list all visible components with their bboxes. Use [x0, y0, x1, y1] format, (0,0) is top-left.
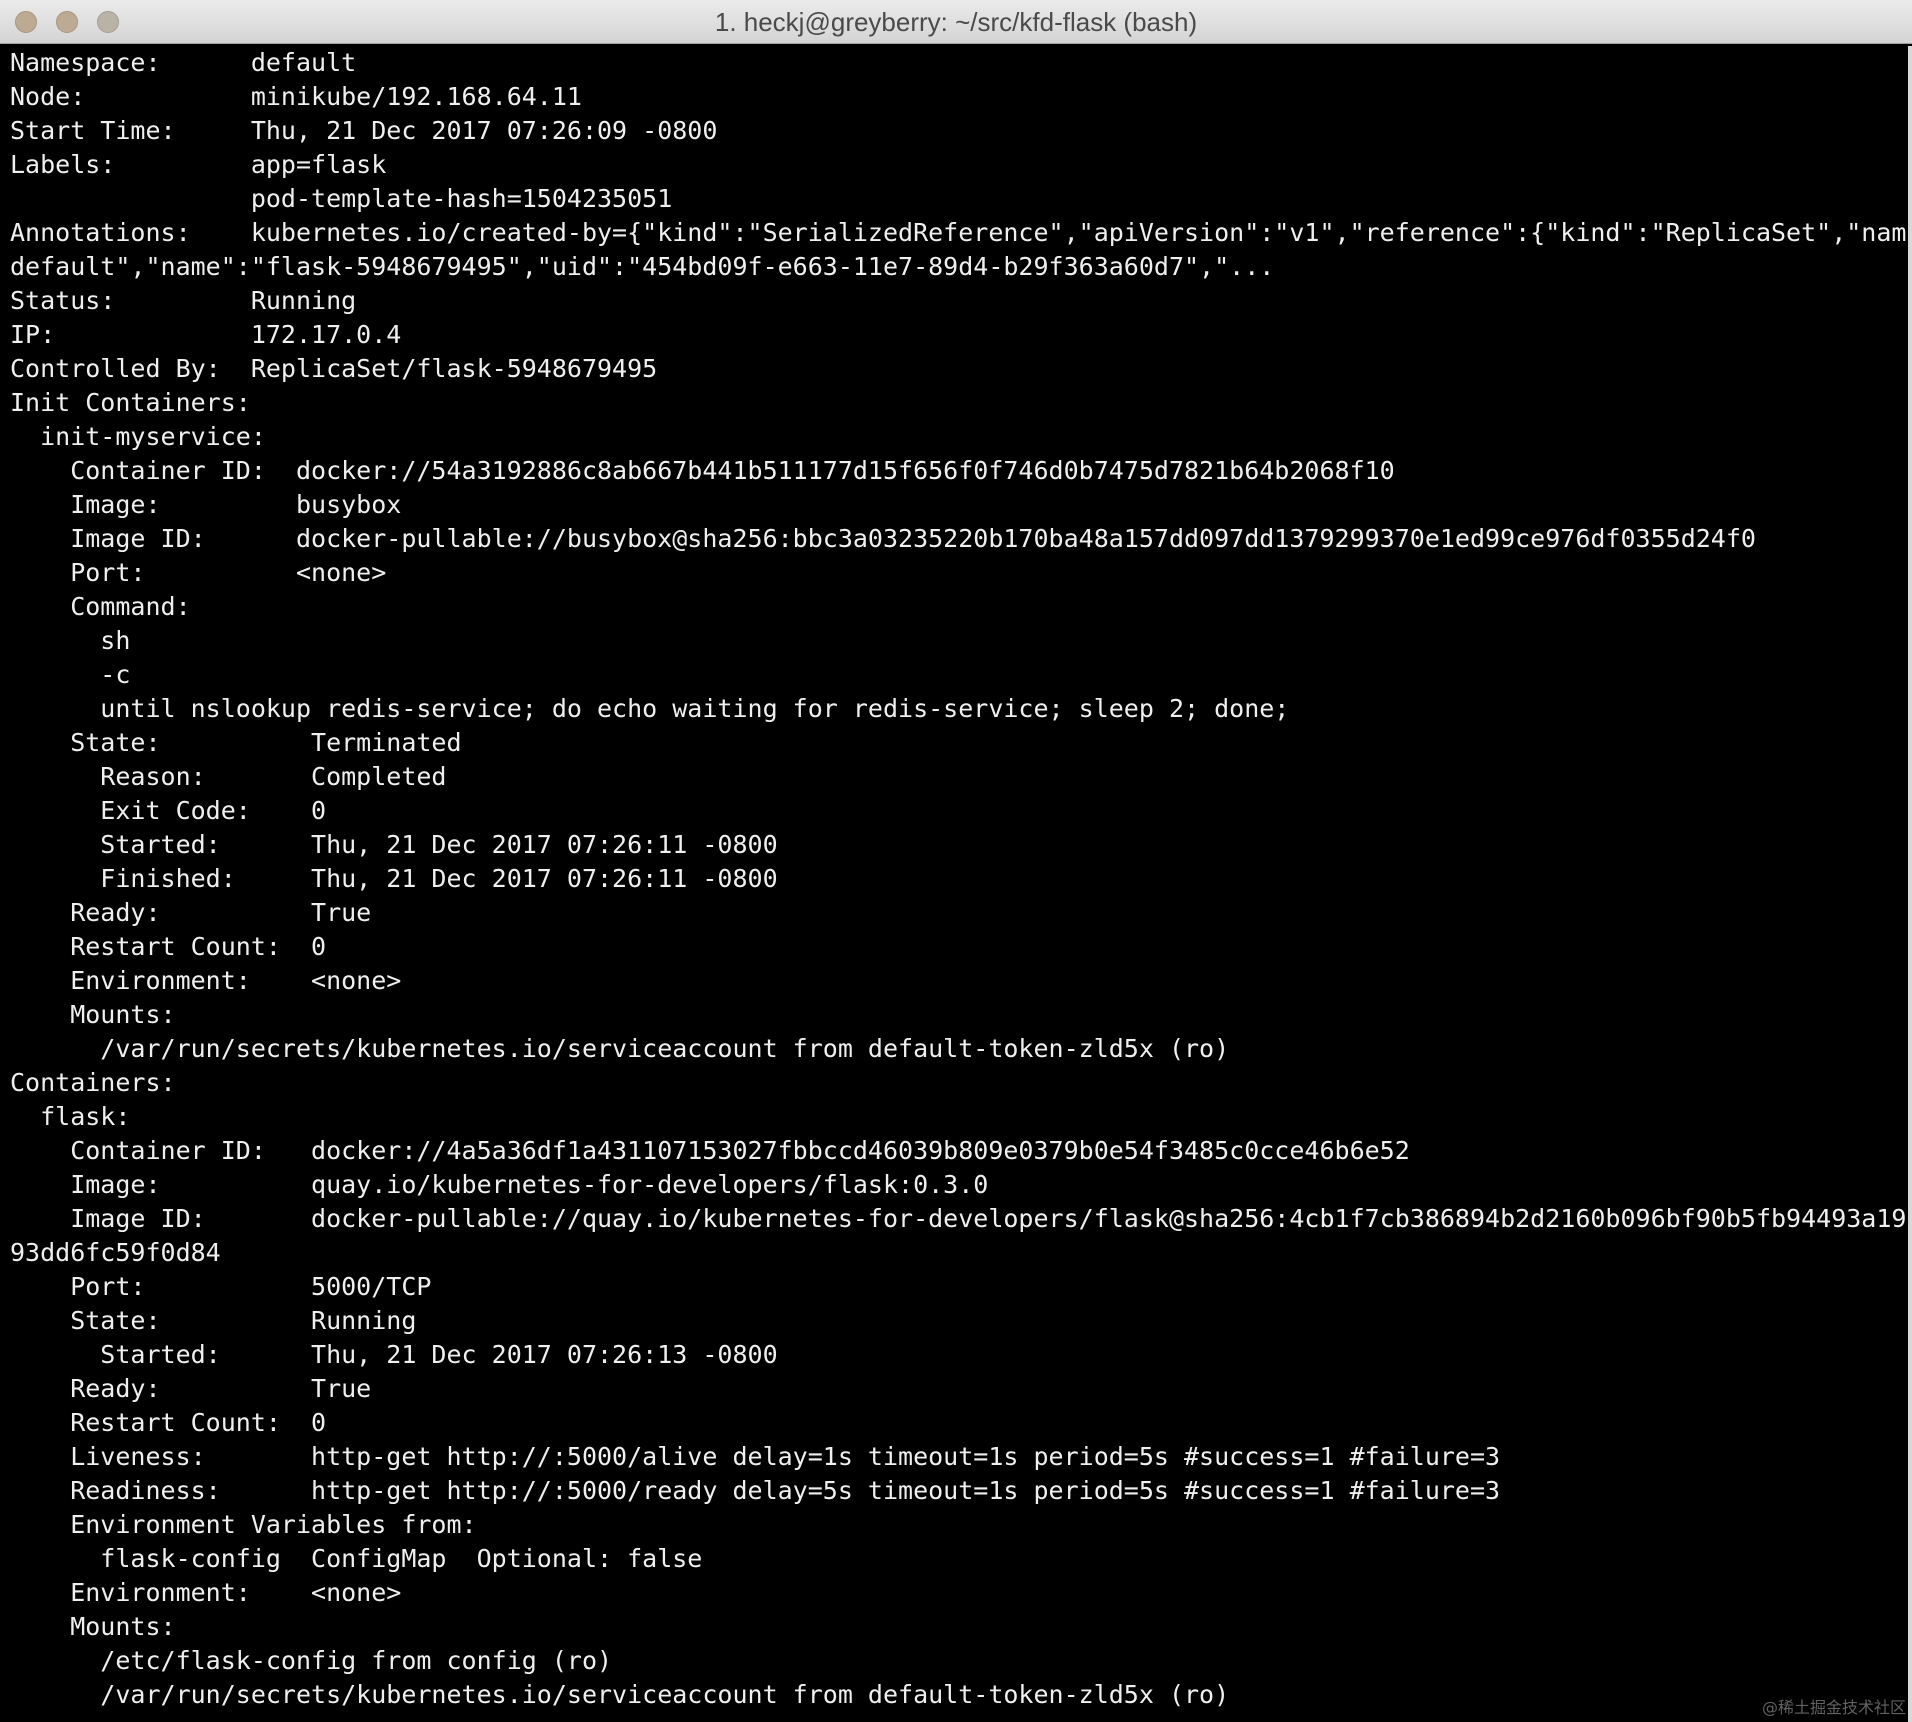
- terminal-line: /var/run/secrets/kubernetes.io/serviceac…: [10, 1034, 1230, 1063]
- terminal-line: Readiness: http-get http://:5000/ready d…: [10, 1476, 1501, 1505]
- terminal-line: Init Containers:: [10, 388, 251, 417]
- terminal-line: 93dd6fc59f0d84: [10, 1238, 221, 1267]
- terminal-line: Restart Count: 0: [10, 1408, 327, 1437]
- terminal-line: Liveness: http-get http://:5000/alive de…: [10, 1442, 1501, 1471]
- terminal-output[interactable]: Namespace: default Node: minikube/192.16…: [0, 46, 1912, 1722]
- terminal-line: Port: 5000/TCP: [10, 1272, 432, 1301]
- terminal-line: Image ID: docker-pullable://busybox@sha2…: [10, 524, 1756, 553]
- terminal-line: flask:: [10, 1102, 131, 1131]
- terminal-line: Container ID: docker://54a3192886c8ab667…: [10, 456, 1395, 485]
- terminal-line: Started: Thu, 21 Dec 2017 07:26:11 -0800: [10, 830, 778, 859]
- terminal-line: Ready: True: [10, 1374, 372, 1403]
- terminal-line: until nslookup redis-service; do echo wa…: [10, 694, 1290, 723]
- terminal-line: IP: 172.17.0.4: [10, 320, 402, 349]
- terminal-line: Port: <none>: [10, 558, 387, 587]
- terminal-line: pod-template-hash=1504235051: [10, 184, 673, 213]
- terminal-line: Mounts:: [10, 1000, 176, 1029]
- terminal-line: -c: [10, 660, 131, 689]
- terminal-window: 1. heckj@greyberry: ~/src/kfd-flask (bas…: [0, 0, 1912, 1722]
- terminal-line: default","name":"flask-5948679495","uid"…: [10, 252, 1275, 281]
- terminal-line: Labels: app=flask: [10, 150, 387, 179]
- close-button[interactable]: [15, 11, 37, 33]
- terminal-line: Environment Variables from:: [10, 1510, 477, 1539]
- terminal-line: /var/run/secrets/kubernetes.io/serviceac…: [10, 1680, 1230, 1709]
- terminal-line: Started: Thu, 21 Dec 2017 07:26:13 -0800: [10, 1340, 778, 1369]
- terminal-line: Node: minikube/192.168.64.11: [10, 82, 582, 111]
- terminal-line: Reason: Completed: [10, 762, 447, 791]
- window-title: 1. heckj@greyberry: ~/src/kfd-flask (bas…: [714, 7, 1198, 37]
- watermark: @稀土掘金技术社区: [1761, 1698, 1906, 1717]
- terminal-line: flask-config ConfigMap Optional: false: [10, 1544, 703, 1573]
- terminal-line: Exit Code: 0: [10, 796, 327, 825]
- terminal-line: Restart Count: 0: [10, 932, 327, 961]
- terminal-line: Containers:: [10, 1068, 176, 1097]
- terminal-line: Finished: Thu, 21 Dec 2017 07:26:11 -080…: [10, 864, 778, 893]
- terminal-line: Container ID: docker://4a5a36df1a4311071…: [10, 1136, 1410, 1165]
- terminal-line: Image: quay.io/kubernetes-for-developers…: [10, 1170, 989, 1199]
- terminal-line: /etc/flask-config from config (ro): [10, 1646, 613, 1675]
- scrollbar[interactable]: [1908, 46, 1912, 1722]
- terminal-line: Annotations: kubernetes.io/created-by={"…: [10, 218, 1906, 247]
- terminal-line: Status: Running: [10, 286, 357, 315]
- terminal-line: init-myservice:: [10, 422, 266, 451]
- terminal-line: Environment: <none>: [10, 966, 402, 995]
- terminal-line: Ready: True: [10, 898, 372, 927]
- terminal-line: State: Running: [10, 1306, 417, 1335]
- title-bar[interactable]: 1. heckj@greyberry: ~/src/kfd-flask (bas…: [0, 0, 1912, 44]
- terminal-line: Controlled By: ReplicaSet/flask-59486794…: [10, 354, 658, 383]
- zoom-button[interactable]: [97, 11, 119, 33]
- terminal-line: Mounts:: [10, 1612, 176, 1641]
- terminal-line: Environment: <none>: [10, 1578, 402, 1607]
- terminal-line: Image ID: docker-pullable://quay.io/kube…: [10, 1204, 1906, 1233]
- terminal-line: State: Terminated: [10, 728, 462, 757]
- terminal-line: Namespace: default: [10, 48, 357, 77]
- terminal-line: Command:: [10, 592, 191, 621]
- terminal-line: sh: [10, 626, 131, 655]
- minimize-button[interactable]: [56, 11, 78, 33]
- terminal-line: Image: busybox: [10, 490, 402, 519]
- terminal-line: Start Time: Thu, 21 Dec 2017 07:26:09 -0…: [10, 116, 718, 145]
